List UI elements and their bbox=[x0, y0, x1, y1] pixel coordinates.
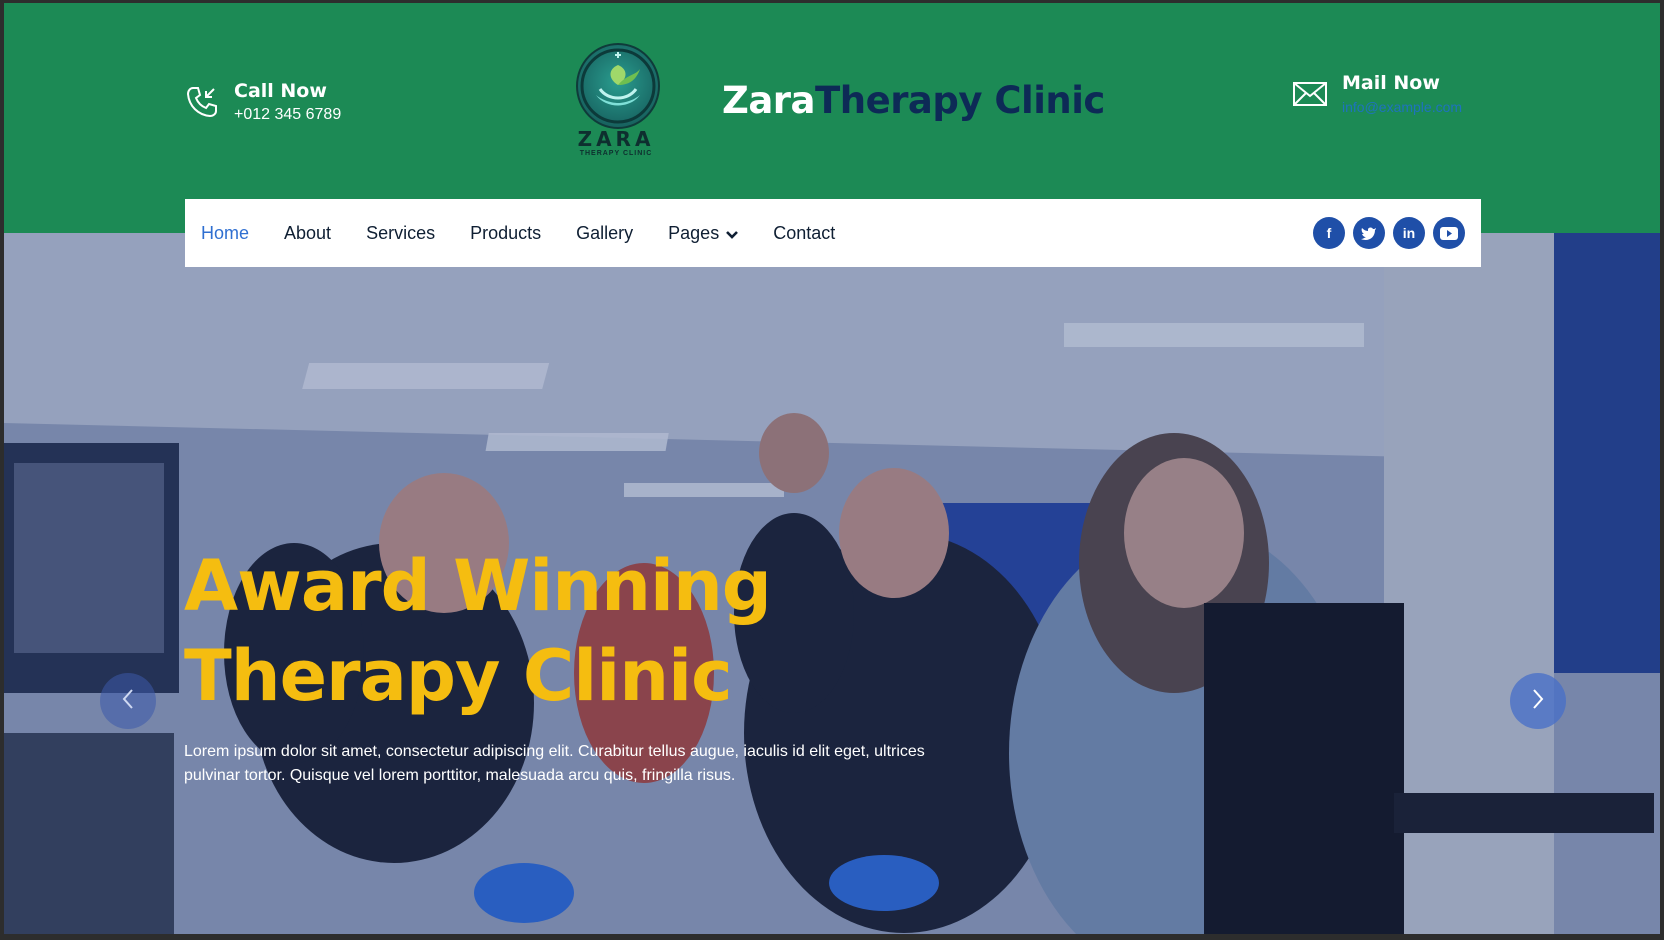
youtube-icon[interactable] bbox=[1433, 217, 1465, 249]
clinic-logo[interactable]: ZARA THERAPY CLINIC bbox=[572, 43, 660, 163]
slider-prev-button[interactable] bbox=[100, 673, 156, 729]
nav-item-pages[interactable]: Pages bbox=[668, 222, 739, 244]
slider-next-button[interactable] bbox=[1510, 673, 1566, 729]
page-frame: Call Now +012 345 6789 ZARA THERAPY CLIN… bbox=[4, 3, 1660, 934]
nav-item-services[interactable]: Services bbox=[366, 223, 435, 244]
mail-label: Mail Now bbox=[1342, 72, 1440, 94]
nav-label: Pages bbox=[668, 222, 720, 243]
nav-item-gallery[interactable]: Gallery bbox=[576, 223, 633, 244]
hero-description: Lorem ipsum dolor sit amet, consectetur … bbox=[184, 743, 925, 784]
hero-title-line-1: Award Winning bbox=[184, 545, 772, 627]
hero-slider: Award Winning Therapy Clinic Lorem ipsum… bbox=[4, 233, 1660, 934]
chevron-left-icon bbox=[120, 687, 136, 716]
nav-item-products[interactable]: Products bbox=[470, 223, 541, 244]
nav-item-about[interactable]: About bbox=[284, 223, 331, 244]
phone-number[interactable]: +012 345 6789 bbox=[234, 106, 341, 124]
phone-icon bbox=[184, 84, 220, 120]
envelope-icon bbox=[1292, 79, 1328, 109]
nav-menu: Home About Services Products Gallery Pag… bbox=[201, 199, 870, 267]
nav-label: About bbox=[284, 222, 332, 243]
nav-item-home[interactable]: Home bbox=[201, 223, 249, 244]
social-links: f in bbox=[1305, 217, 1465, 249]
email-address[interactable]: info@example.com bbox=[1342, 99, 1462, 115]
chevron-right-icon bbox=[1530, 687, 1546, 716]
site-title[interactable]: ZaraTherapy Clinic bbox=[722, 79, 1105, 122]
nav-item-contact[interactable]: Contact bbox=[773, 223, 835, 244]
nav-label: Gallery bbox=[576, 222, 634, 243]
site-title-first: Zara bbox=[722, 79, 816, 122]
hero-title-line-2: Therapy Clinic bbox=[184, 635, 733, 717]
nav-label: Services bbox=[366, 222, 436, 243]
site-title-second: Therapy Clinic bbox=[815, 79, 1105, 122]
main-navbar: Home About Services Products Gallery Pag… bbox=[185, 199, 1481, 267]
twitter-icon[interactable] bbox=[1353, 217, 1385, 249]
nav-label: Contact bbox=[773, 222, 836, 243]
logo-name: ZARA bbox=[577, 127, 655, 151]
facebook-icon[interactable]: f bbox=[1313, 217, 1345, 249]
linkedin-icon[interactable]: in bbox=[1393, 217, 1425, 249]
logo-tagline: THERAPY CLINIC bbox=[579, 150, 653, 157]
hero-title: Award Winning Therapy Clinic bbox=[184, 541, 1084, 721]
call-now[interactable]: Call Now +012 345 6789 bbox=[184, 81, 341, 123]
nav-label: Products bbox=[470, 222, 542, 243]
chevron-down-icon bbox=[726, 223, 739, 244]
mail-now[interactable]: Mail Now info@example.com bbox=[1292, 73, 1462, 115]
nav-label: Home bbox=[201, 222, 250, 243]
call-label: Call Now bbox=[234, 80, 327, 102]
logo-emblem bbox=[576, 43, 660, 129]
